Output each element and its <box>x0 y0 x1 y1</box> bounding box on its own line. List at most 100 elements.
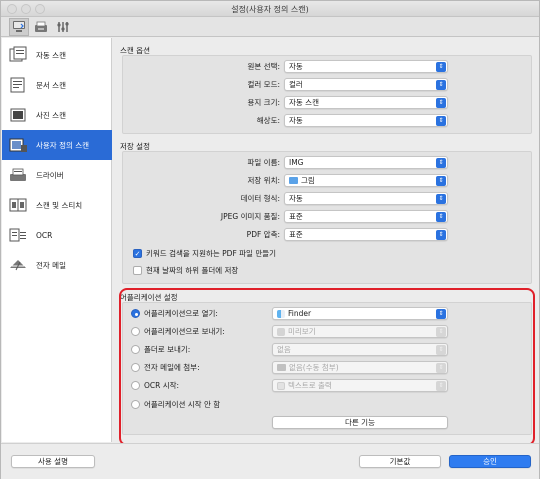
chevron-updown-icon: ⇕ <box>436 212 446 222</box>
folder-icon <box>289 177 298 184</box>
custom-scan-icon <box>8 136 28 154</box>
no-app-radio-row[interactable]: 어플리케이션 시작 안 함 <box>131 399 220 410</box>
location-row: 저장 위치: <box>123 174 280 187</box>
source-row: 원본 선택: <box>123 60 280 73</box>
color-row: 컬러 모드: <box>123 78 280 91</box>
source-label: 원본 선택: <box>247 62 280 71</box>
open-app-select[interactable]: Finder ⇕ <box>272 307 448 320</box>
ok-button[interactable]: 승인 <box>449 455 531 468</box>
format-label: 데이터 형식: <box>240 194 280 203</box>
window-title: 설정(사용자 정의 스캔) <box>231 5 309 14</box>
send-app-select[interactable]: 미리보기 ⇕ <box>272 325 448 338</box>
chevron-updown-icon: ⇕ <box>436 158 446 168</box>
paper-row: 용지 크기: <box>123 96 280 109</box>
pdf-value: 표준 <box>289 230 303 239</box>
email-attach-value: 없음(수동 첨부) <box>289 363 339 372</box>
driver-icon <box>8 166 28 184</box>
ocr-start-radio-row[interactable]: OCR 시작: <box>131 380 179 391</box>
color-mode-select[interactable]: 컬러 ⇕ <box>284 78 448 91</box>
jpeg-row: JPEG 이미지 품질: <box>123 210 280 223</box>
open-app-label: 어플리케이션으로 열기: <box>144 309 218 318</box>
jpeg-quality-select[interactable]: 표준 ⇕ <box>284 210 448 223</box>
sidebar-item-label: 사용자 정의 스캔 <box>36 140 90 150</box>
sidebar: 자동 스캔 문서 스캔 사진 스캔 사용자 정의 스캔 드라이버 스캔 및 스티… <box>2 38 112 442</box>
filename-input[interactable]: IMG ⇕ <box>284 156 448 169</box>
open-app-value: Finder <box>288 309 312 318</box>
sidebar-item-label: 사진 스캔 <box>36 110 66 120</box>
sidebar-item-auto-scan[interactable]: 자동 스캔 <box>2 40 112 70</box>
open-app-radio-row[interactable]: 어플리케이션으로 열기: <box>131 308 218 319</box>
scan-from-computer-tab[interactable] <box>9 18 29 36</box>
email-attach-radio-row[interactable]: 전자 메일에 첨부: <box>131 362 200 373</box>
chevron-updown-icon: ⇕ <box>436 345 446 355</box>
save-location-select[interactable]: 그림 ⇕ <box>284 174 448 187</box>
filename-value: IMG <box>289 158 304 167</box>
color-value: 컬러 <box>289 80 303 89</box>
sidebar-item-ocr[interactable]: OCR <box>2 220 112 250</box>
send-folder-radio[interactable] <box>131 345 140 354</box>
resolution-select[interactable]: 자동 ⇕ <box>284 114 448 127</box>
sidebar-item-stitch[interactable]: 스캔 및 스티치 <box>2 190 112 220</box>
document-icon <box>277 381 285 390</box>
keyword-pdf-checkbox[interactable]: ✓ <box>133 249 142 258</box>
ocr-icon <box>8 226 28 244</box>
auto-scan-icon <box>8 46 28 64</box>
sidebar-item-photo-scan[interactable]: 사진 스캔 <box>2 100 112 130</box>
chevron-updown-icon: ⇕ <box>436 98 446 108</box>
sidebar-item-email[interactable]: 전자 메일 <box>2 250 112 280</box>
panel-scan-icon <box>35 21 47 32</box>
source-select[interactable]: 자동 ⇕ <box>284 60 448 73</box>
chevron-updown-icon: ⇕ <box>436 176 446 186</box>
settings-window: 설정(사용자 정의 스캔) 자동 스캔 문서 스캔 사진 스캔 사용자 정의 스… <box>0 0 540 479</box>
format-row: 데이터 형식: <box>123 192 280 205</box>
pdf-compression-select[interactable]: 표준 ⇕ <box>284 228 448 241</box>
sidebar-item-custom-scan[interactable]: 사용자 정의 스캔 <box>2 130 112 160</box>
defaults-button[interactable]: 기본값 <box>359 455 441 468</box>
keyword-pdf-label: 키워드 검색을 지원하는 PDF 파일 만들기 <box>146 249 277 258</box>
more-functions-button[interactable]: 다른 기능 <box>272 416 448 429</box>
title-bar: 설정(사용자 정의 스캔) <box>1 1 539 17</box>
chevron-updown-icon: ⇕ <box>436 194 446 204</box>
ocr-start-radio[interactable] <box>131 381 140 390</box>
no-app-label: 어플리케이션 시작 안 함 <box>144 400 221 409</box>
scan-from-panel-tab[interactable] <box>31 18 51 36</box>
send-app-radio[interactable] <box>131 327 140 336</box>
finder-icon <box>277 309 285 318</box>
color-label: 컬러 모드: <box>247 80 280 89</box>
chevron-updown-icon: ⇕ <box>436 327 446 337</box>
resolution-row: 해상도: <box>123 114 280 127</box>
tools-icon <box>57 22 69 32</box>
send-folder-value: 없음 <box>277 345 291 354</box>
general-settings-tab[interactable] <box>53 18 73 36</box>
main-panel: 스캔 옵션 원본 선택: 자동 ⇕ 컬러 모드: 컬러 ⇕ 용지 크기: 자동 … <box>114 38 539 442</box>
format-value: 자동 <box>289 194 303 203</box>
pdf-row: PDF 압축: <box>123 228 280 241</box>
send-folder-select[interactable]: 없음 ⇕ <box>272 343 448 356</box>
date-folder-checkbox-row[interactable]: 현재 날짜의 하위 폴더에 저장 <box>133 265 238 276</box>
jpeg-value: 표준 <box>289 212 303 221</box>
send-folder-radio-row[interactable]: 폴더로 보내기: <box>131 344 190 355</box>
date-folder-checkbox[interactable] <box>133 266 142 275</box>
open-app-radio[interactable] <box>131 309 140 318</box>
sidebar-item-label: 스캔 및 스티치 <box>36 200 83 210</box>
send-app-label: 어플리케이션으로 보내기: <box>144 327 225 336</box>
sidebar-item-driver[interactable]: 드라이버 <box>2 160 112 190</box>
data-format-select[interactable]: 자동 ⇕ <box>284 192 448 205</box>
sidebar-item-label: 전자 메일 <box>36 260 66 270</box>
ocr-output-select[interactable]: 텍스트로 출력 ⇕ <box>272 379 448 392</box>
paper-size-select[interactable]: 자동 스캔 ⇕ <box>284 96 448 109</box>
jpeg-label: JPEG 이미지 품질: <box>220 212 280 221</box>
help-button[interactable]: 사용 설명 <box>11 455 95 468</box>
document-scan-icon <box>8 76 28 94</box>
keyword-pdf-checkbox-row[interactable]: ✓ 키워드 검색을 지원하는 PDF 파일 만들기 <box>133 248 276 259</box>
photo-scan-icon <box>8 106 28 124</box>
send-app-radio-row[interactable]: 어플리케이션으로 보내기: <box>131 326 225 337</box>
date-folder-label: 현재 날짜의 하위 폴더에 저장 <box>146 266 239 275</box>
resolution-value: 자동 <box>289 116 303 125</box>
filename-label: 파일 이름: <box>247 158 280 167</box>
email-attach-radio[interactable] <box>131 363 140 372</box>
chevron-updown-icon: ⇕ <box>436 363 446 373</box>
sidebar-item-document-scan[interactable]: 문서 스캔 <box>2 70 112 100</box>
email-attach-select[interactable]: 없음(수동 첨부) ⇕ <box>272 361 448 374</box>
no-app-radio[interactable] <box>131 400 140 409</box>
